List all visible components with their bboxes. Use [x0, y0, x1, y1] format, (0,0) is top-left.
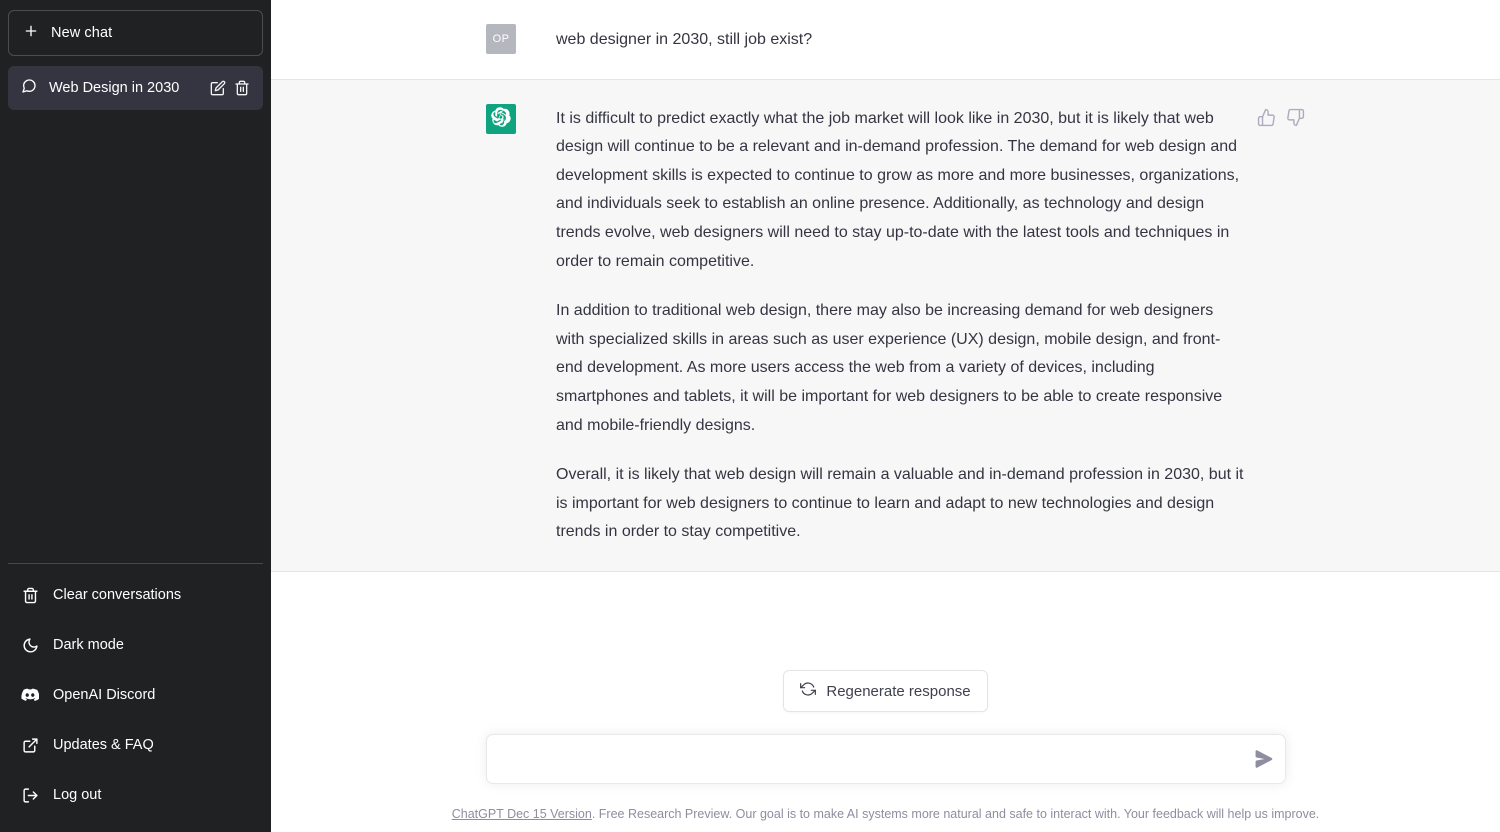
sidebar-footer-menu: Clear conversations Dark mode OpenAI Dis… — [8, 563, 263, 824]
openai-logo-icon — [491, 107, 511, 130]
avatar — [486, 103, 516, 134]
message-text: It is difficult to predict exactly what … — [556, 104, 1246, 547]
chatgpt-app: New chat Web Design in 2030 Clear conver… — [0, 0, 1500, 832]
chat-bubble-icon — [21, 78, 37, 99]
external-link-icon — [21, 737, 39, 754]
menu-item-label: Log out — [53, 787, 102, 803]
message-paragraph: web designer in 2030, still job exist? — [556, 31, 813, 48]
composer-area: Regenerate response ChatGPT Dec 15 Versi… — [271, 670, 1500, 832]
moon-icon — [21, 637, 39, 654]
sidebar-item-clear-conversations[interactable]: Clear conversations — [8, 570, 263, 620]
message-text: web designer in 2030, still job exist? — [556, 24, 812, 55]
conversation-title: Web Design in 2030 — [49, 80, 180, 96]
sidebar-item-web-design-in-2030[interactable]: Web Design in 2030 — [8, 66, 263, 110]
footer-note: ChatGPT Dec 15 Version. Free Research Pr… — [271, 806, 1500, 822]
send-arrow-icon[interactable] — [1255, 750, 1273, 768]
sidebar: New chat Web Design in 2030 Clear conver… — [0, 0, 271, 832]
trash-icon — [21, 587, 39, 604]
menu-item-label: Dark mode — [53, 637, 124, 653]
thumbs-up-icon[interactable] — [1257, 108, 1276, 127]
sidebar-item-openai-discord[interactable]: OpenAI Discord — [8, 670, 263, 720]
conversation-thread: OP web designer in 2030, still job exist… — [271, 0, 1500, 572]
new-chat-button[interactable]: New chat — [8, 10, 263, 56]
refresh-icon — [800, 681, 817, 701]
menu-item-label: Updates & FAQ — [53, 737, 154, 753]
input-wrap — [271, 734, 1500, 784]
trash-icon[interactable] — [234, 80, 250, 96]
feedback-buttons — [1257, 104, 1305, 547]
plus-icon — [23, 23, 39, 44]
version-link[interactable]: ChatGPT Dec 15 Version — [452, 807, 592, 821]
footer-note-text: . Free Research Preview. Our goal is to … — [591, 807, 1320, 821]
message-paragraph: Overall, it is likely that web design wi… — [556, 466, 1244, 541]
menu-item-label: OpenAI Discord — [53, 687, 156, 703]
main-content: OP web designer in 2030, still job exist… — [271, 0, 1500, 832]
message-input[interactable] — [502, 735, 1239, 783]
discord-icon — [21, 686, 39, 704]
message-user: OP web designer in 2030, still job exist… — [271, 0, 1500, 79]
new-chat-label: New chat — [51, 25, 113, 41]
avatar: OP — [486, 24, 516, 54]
conversation-list: Web Design in 2030 — [8, 66, 263, 110]
regenerate-label: Regenerate response — [826, 682, 971, 700]
message-input-box[interactable] — [485, 734, 1286, 784]
menu-item-label: Clear conversations — [53, 587, 182, 603]
regenerate-row: Regenerate response — [271, 670, 1500, 712]
message-paragraph: It is difficult to predict exactly what … — [556, 109, 1240, 270]
message-assistant: It is difficult to predict exactly what … — [271, 78, 1500, 572]
thumbs-down-icon[interactable] — [1286, 108, 1305, 127]
pencil-icon[interactable] — [210, 80, 226, 96]
logout-icon — [21, 787, 39, 804]
sidebar-item-updates-faq[interactable]: Updates & FAQ — [8, 720, 263, 770]
sidebar-item-log-out[interactable]: Log out — [8, 770, 263, 820]
message-paragraph: In addition to traditional web design, t… — [556, 302, 1223, 434]
regenerate-response-button[interactable]: Regenerate response — [783, 670, 988, 712]
sidebar-item-dark-mode[interactable]: Dark mode — [8, 620, 263, 670]
conversation-actions — [210, 80, 250, 96]
